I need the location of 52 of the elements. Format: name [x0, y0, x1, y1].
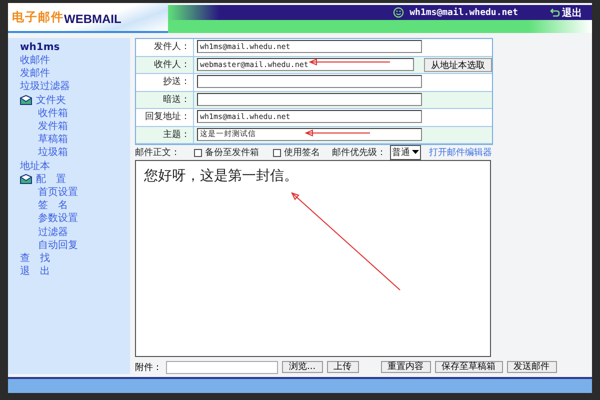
sidebar-item[interactable]: 垃圾箱 [38, 146, 130, 160]
sidebar-item[interactable]: 发件箱 [38, 120, 130, 134]
form-button[interactable]: 浏览... [282, 361, 323, 373]
user-email: wh1ms@mail.whedu.net [410, 8, 518, 18]
envelope-icon [20, 95, 32, 106]
sidebar-item[interactable]: 参数设置 [38, 212, 130, 226]
dropdown-caret-icon [412, 150, 419, 155]
sidebar-item[interactable]: 自动回复 [38, 238, 130, 252]
field-label: 收件人： [136, 56, 194, 73]
sidebar-item[interactable]: 地址本 [20, 160, 130, 173]
sidebar-item[interactable]: 过滤器 [38, 226, 130, 239]
annotation-arrow [304, 130, 370, 136]
sidebar-item[interactable]: 查 找 [20, 252, 130, 266]
sidebar-item[interactable]: 签 名 [38, 199, 130, 212]
address-book-button[interactable]: 从地址本选取 [424, 58, 492, 72]
field-label: 抄送： [136, 74, 194, 90]
username: wh1ms [20, 42, 61, 53]
sidebar-item[interactable]: 垃圾过滤器 [20, 80, 130, 94]
input-field[interactable] [197, 75, 422, 88]
sidebar-folder[interactable]: 配 置 [36, 172, 66, 186]
checkbox-label: 使用签名 [284, 146, 320, 159]
sidebar-item[interactable]: 草稿箱 [38, 133, 130, 146]
field-label: 暗送： [136, 92, 194, 108]
sidebar-item[interactable]: 收件箱 [38, 106, 130, 120]
return-icon [550, 8, 560, 17]
sidebar-item[interactable]: 发邮件 [20, 67, 130, 80]
attachment-label: 附件： [135, 362, 162, 374]
sidebar-folder[interactable]: 文件夹 [36, 94, 66, 107]
field-label: 主题： [136, 126, 194, 143]
priority-label: 邮件优先级： [332, 146, 386, 159]
form-button[interactable]: 保存至草稿箱 [434, 361, 503, 373]
envelope-icon [20, 174, 32, 184]
priority-dropdown[interactable]: 普通 [390, 145, 421, 160]
checkbox[interactable] [273, 148, 281, 156]
sidebar-item[interactable]: 收邮件 [20, 54, 130, 68]
smiley-icon [392, 7, 404, 18]
input-field[interactable] [197, 92, 422, 106]
field-label: 回复地址： [136, 109, 194, 126]
field-label: 发件人： [136, 39, 194, 56]
sidebar-item[interactable]: 退 出 [20, 265, 130, 278]
form-button[interactable]: 发送邮件 [506, 361, 557, 373]
checkbox-label: 备份至发件箱 [205, 146, 259, 159]
webmail-logo: 电子邮件WEBMAIL [8, 3, 168, 33]
sidebar-item[interactable]: 首页设置 [38, 186, 130, 200]
form-button[interactable]: 上传 [326, 361, 359, 373]
attachment-field[interactable] [166, 360, 278, 374]
logout-link[interactable]: 退出 [550, 6, 582, 20]
form-button[interactable]: 重置内容 [380, 361, 431, 373]
message-body-field[interactable]: 您好呀，这是第一封信。 [135, 160, 491, 357]
body-label: 邮件正文： [135, 146, 180, 159]
editor-link[interactable]: 打开邮件编辑器 [429, 146, 492, 159]
checkbox[interactable] [194, 148, 202, 156]
